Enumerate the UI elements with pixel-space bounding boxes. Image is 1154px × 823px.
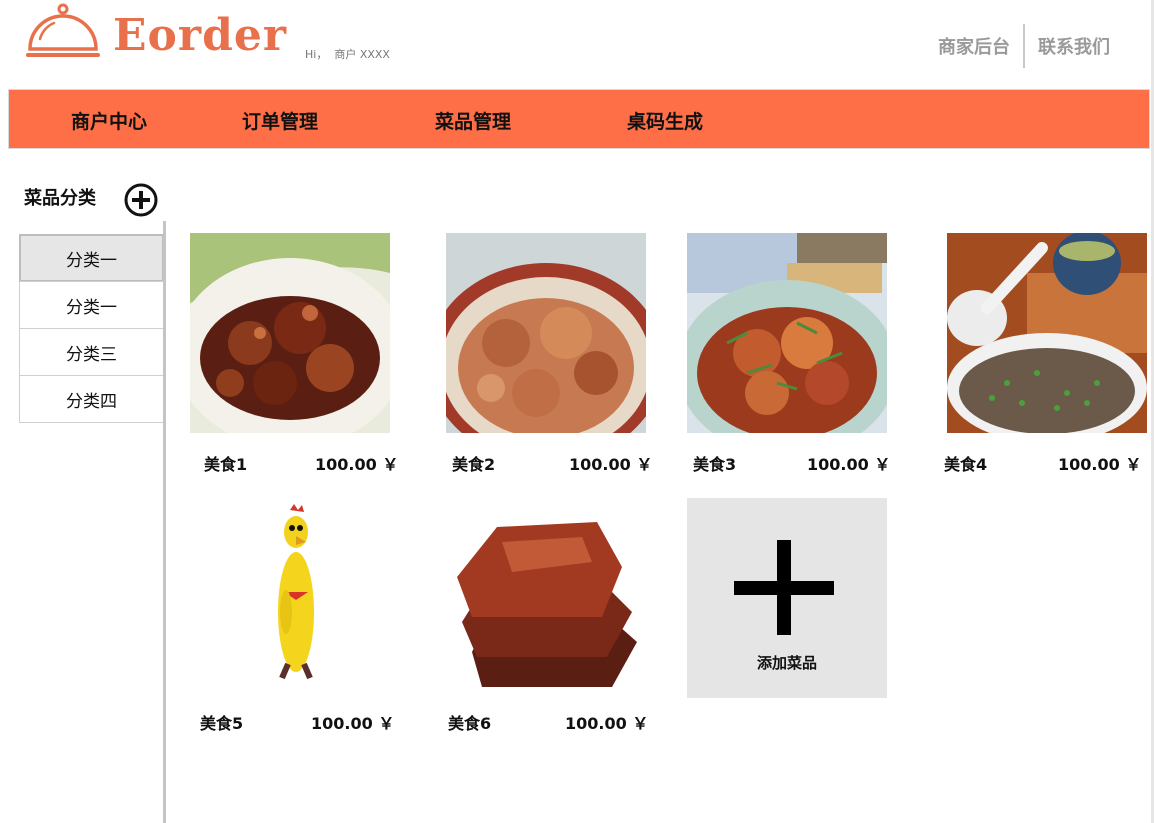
dish-name: 美食4 — [944, 455, 988, 474]
braised-chicken-photo[interactable] — [190, 233, 390, 433]
dish-name: 美食3 — [693, 455, 737, 474]
main-navbar: 商户中心 订单管理 菜品管理 桌码生成 — [8, 89, 1150, 149]
add-dish-label: 添加菜品 — [756, 654, 817, 672]
dish-name: 美食2 — [452, 455, 496, 474]
dish-name: 美食1 — [204, 455, 248, 474]
dish-price: 100.00 ￥ — [807, 455, 891, 474]
contact-us-link[interactable]: 联系我们 — [1038, 33, 1110, 59]
dish-card: 美食6 100.00 ￥ — [442, 492, 648, 733]
category-list: 分类一 分类一 分类三 分类四 — [19, 234, 164, 423]
sidebar-divider — [163, 221, 166, 823]
category-item-1[interactable]: 分类一 — [19, 234, 164, 282]
dish-name: 美食5 — [200, 714, 244, 733]
category-item-3[interactable]: 分类三 — [19, 328, 164, 376]
top-links: 商家后台 联系我们 — [938, 24, 1110, 68]
dish-price: 100.00 ￥ — [569, 455, 653, 474]
add-category-plus-circle-icon[interactable] — [124, 183, 158, 217]
dish-card: 美食1 100.00 ￥ — [190, 233, 398, 474]
steamed-minced-meat-photo[interactable] — [947, 233, 1147, 433]
category-item-4[interactable]: 分类四 — [19, 375, 164, 423]
merchant-backend-link[interactable]: 商家后台 — [938, 33, 1010, 59]
dish-card: 美食2 100.00 ￥ — [446, 233, 652, 474]
bakkwa-jerky-photo[interactable] — [442, 492, 642, 692]
plus-icon — [734, 581, 834, 595]
dish-card: 美食5 100.00 ￥ — [186, 492, 394, 733]
rubber-chicken-toy-photo[interactable] — [186, 492, 386, 692]
category-item-2[interactable]: 分类一 — [19, 281, 164, 329]
category-title: 菜品分类 — [24, 188, 96, 209]
nav-order-management[interactable]: 订单管理 — [242, 107, 318, 134]
category-header: 菜品分类 — [24, 184, 96, 210]
dish-price: 100.00 ￥ — [565, 714, 649, 733]
nav-table-code-generation[interactable]: 桌码生成 — [627, 107, 703, 134]
cloche-logo-icon — [26, 3, 100, 57]
dish-price: 100.00 ￥ — [315, 455, 399, 474]
brand-logo-text: Eorder — [113, 10, 288, 61]
braised-pork-photo[interactable] — [446, 233, 646, 433]
dish-price: 100.00 ￥ — [311, 714, 395, 733]
header: Eorder Hi， 商户 XXXX 商家后台 联系我们 — [0, 0, 1154, 88]
nav-merchant-center[interactable]: 商户中心 — [71, 107, 147, 134]
nav-dish-management[interactable]: 菜品管理 — [435, 107, 511, 134]
dish-card: 美食4 100.00 ￥ — [944, 233, 1152, 474]
dish-price: 100.00 ￥ — [1058, 455, 1142, 474]
dish-name: 美食6 — [448, 714, 492, 733]
greeting-text: Hi， 商户 XXXX — [305, 48, 390, 61]
link-divider — [1023, 24, 1025, 68]
dish-card: 美食3 100.00 ￥ — [687, 233, 892, 474]
fish-stew-photo[interactable] — [687, 233, 887, 433]
